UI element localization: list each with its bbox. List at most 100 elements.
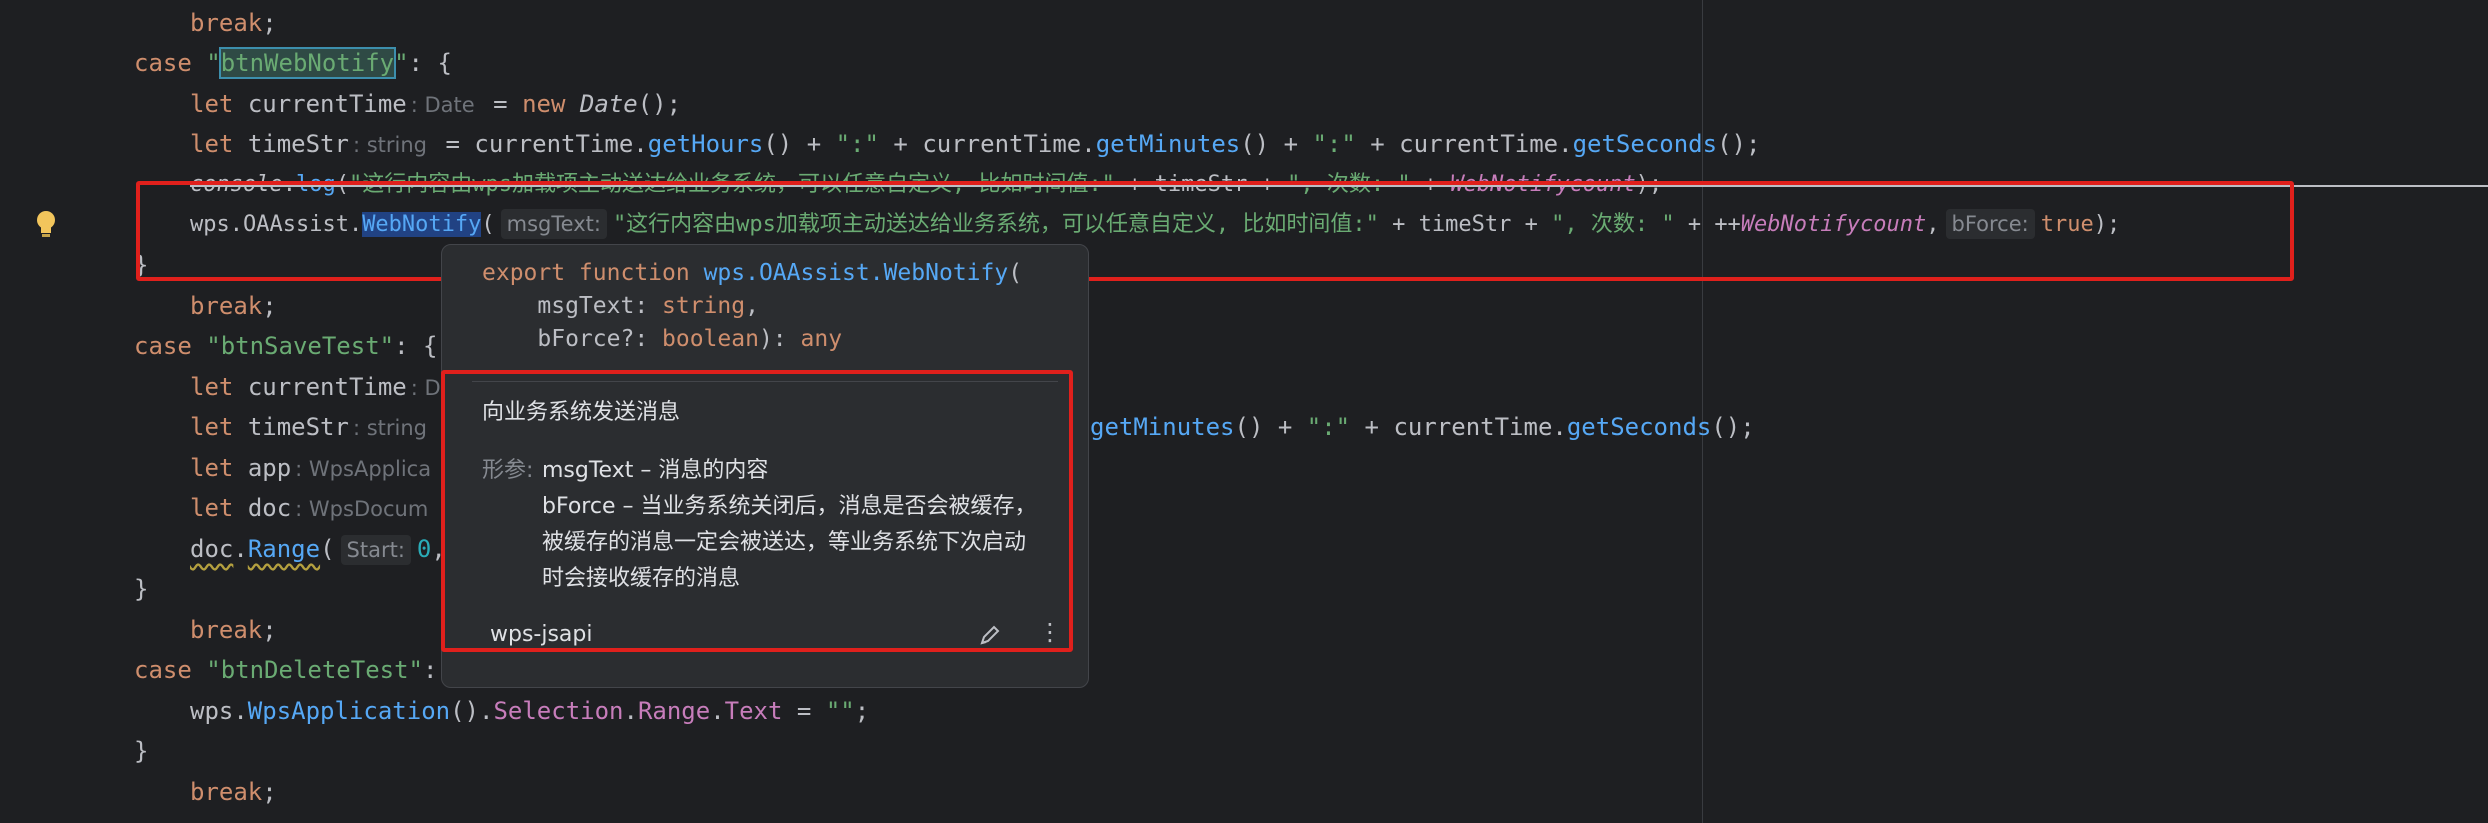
signature-punc: ( <box>1008 260 1023 286</box>
signature-function-name: WebNotify <box>883 260 1009 286</box>
more-options-icon[interactable]: ⋮ <box>1038 617 1062 651</box>
operator: = <box>478 90 523 118</box>
code-line-15[interactable]: } <box>134 569 148 609</box>
method-call-selected[interactable]: WebNotify <box>362 212 482 237</box>
param-row-bforce: bForce – 当业务系统关闭后，消息是否会被缓存，被缓存的消息一定会被送达，… <box>482 489 1042 597</box>
popup-footer: wps-jsapi ⋮ <box>490 615 1062 655</box>
method-call: getMinutes <box>1095 130 1241 158</box>
number-literal: 0 <box>416 535 432 563</box>
signature-type: string <box>662 293 746 319</box>
code-line-4[interactable]: let timeStr: string = currentTime.getHou… <box>190 124 1760 164</box>
code-line-5[interactable]: console.log("这行内容由wps加载项主动送达给业务系统，可以任意自定… <box>190 165 2488 205</box>
quick-doc-popup[interactable]: export function wps.OAAssist.WebNotify( … <box>441 244 1089 688</box>
lightbulb-icon[interactable] <box>33 209 59 241</box>
type-hint: : string <box>352 416 428 440</box>
property: Text <box>724 697 783 725</box>
param-name: msgText <box>542 458 634 483</box>
code-line-19[interactable]: } <box>134 731 148 771</box>
param-name: bForce <box>542 494 616 519</box>
param-hint: Start: <box>340 535 411 565</box>
string-literal: "" <box>825 697 855 725</box>
code-editor[interactable]: break; case "btnWebNotify": { let curren… <box>0 0 2488 823</box>
property: Selection <box>493 697 624 725</box>
keyword: let <box>190 454 234 482</box>
code-line-2[interactable]: case "btnWebNotify": { <box>134 43 452 83</box>
code-line-18[interactable]: wps.WpsApplication().Selection.Range.Tex… <box>190 691 869 731</box>
param-row-msgtext: 形参: msgText – 消息的内容 <box>482 453 1042 489</box>
punctuation: ; <box>262 616 277 644</box>
code-line-7[interactable]: } <box>134 245 148 285</box>
code-line-9[interactable]: case "btnSaveTest": { <box>134 326 437 366</box>
params-label: 形参: <box>482 458 534 483</box>
code-text: + ++ <box>1674 212 1741 237</box>
string-literal: ":" <box>835 130 879 158</box>
code-line-11[interactable]: let timeStr: string <box>190 407 431 447</box>
popup-divider <box>472 381 1058 382</box>
code-line-14[interactable]: doc.Range(Start: 0, <box>190 529 446 569</box>
type-hint: : WpsApplica <box>295 457 432 481</box>
string-literal: ", 次数: " <box>1287 172 1411 197</box>
variable: doc <box>247 494 292 522</box>
code-text: , <box>1926 212 1940 237</box>
signature-namespace: wps.OAAssist. <box>703 260 884 286</box>
string-literal: ", 次数: " <box>1551 212 1675 237</box>
code-text: (); <box>1717 130 1761 158</box>
code-text: () + <box>1234 413 1307 441</box>
code-line-20[interactable]: break; <box>190 772 277 812</box>
code-line-17[interactable]: case "btnDeleteTest": <box>134 650 437 690</box>
code-line-12[interactable]: let app: WpsApplica <box>190 448 435 488</box>
global-variable: WebNotifycount <box>1450 172 1636 197</box>
string-literal: "这行内容由wps加载项主动送达给业务系统，可以任意自定义, 比如时间值:" <box>612 212 1379 237</box>
signature-return-type: any <box>800 326 843 352</box>
code-text: ); <box>1635 172 1663 197</box>
doc-body: 向业务系统发送消息 形参: msgText – 消息的内容 bForce – 当… <box>482 395 1042 597</box>
method-call: getHours <box>647 130 764 158</box>
code-text: . <box>623 697 638 725</box>
punctuation: ; <box>262 778 277 806</box>
keyword: case <box>134 49 192 77</box>
punctuation: : <box>423 656 438 684</box>
global-variable: WebNotifycount <box>1740 212 1927 237</box>
punctuation: : { <box>394 332 438 360</box>
variable: app <box>247 454 292 482</box>
method-call: getSeconds <box>1566 413 1712 441</box>
keyword: let <box>190 494 234 522</box>
signature-keyword: export function <box>482 260 704 286</box>
code-text: ( <box>481 212 495 237</box>
code-line-13[interactable]: let doc: WpsDocum <box>190 488 432 528</box>
keyword: let <box>190 413 234 441</box>
param-dash: – <box>615 494 641 519</box>
doc-description: 向业务系统发送消息 <box>482 400 681 425</box>
code-text: = currentTime. <box>431 130 648 158</box>
method-call: Range <box>247 535 321 563</box>
param-hint: bForce: <box>1945 209 2035 239</box>
signature-param: bForce?: <box>537 326 663 352</box>
code-line-10[interactable]: let currentTime: D <box>190 367 445 407</box>
string-quote: " <box>394 49 409 77</box>
punctuation: : { <box>408 49 452 77</box>
code-line-8[interactable]: break; <box>190 286 277 326</box>
code-text: wps. <box>190 697 248 725</box>
method-call: log <box>295 172 336 197</box>
signature-punc: ): <box>758 326 801 352</box>
keyword: case <box>134 332 192 360</box>
code-line-6[interactable]: wps.OAAssist.WebNotify(msgText: "这行内容由wps… <box>190 205 2120 245</box>
code-text: + <box>1410 172 1451 197</box>
code-line-3[interactable]: let currentTime: Date = new Date(); <box>190 84 681 124</box>
code-line-1[interactable]: break; <box>190 3 277 43</box>
punctuation: ; <box>262 292 277 320</box>
code-text: ; <box>854 697 870 725</box>
code-text: + currentTime. <box>1350 413 1567 441</box>
edit-icon[interactable] <box>978 623 1002 647</box>
code-text: ); <box>2093 212 2121 237</box>
punctuation: } <box>134 737 149 765</box>
doc-source-label: wps-jsapi <box>490 622 593 647</box>
method-call: getSeconds <box>1572 130 1718 158</box>
punctuation: ; <box>262 9 277 37</box>
param-dash: – <box>633 458 659 483</box>
string-literal: "btnDeleteTest" <box>206 656 423 684</box>
signature-type: boolean <box>662 326 759 352</box>
keyword: let <box>190 130 234 158</box>
code-line-16[interactable]: break; <box>190 610 277 650</box>
code-text: . <box>233 535 248 563</box>
